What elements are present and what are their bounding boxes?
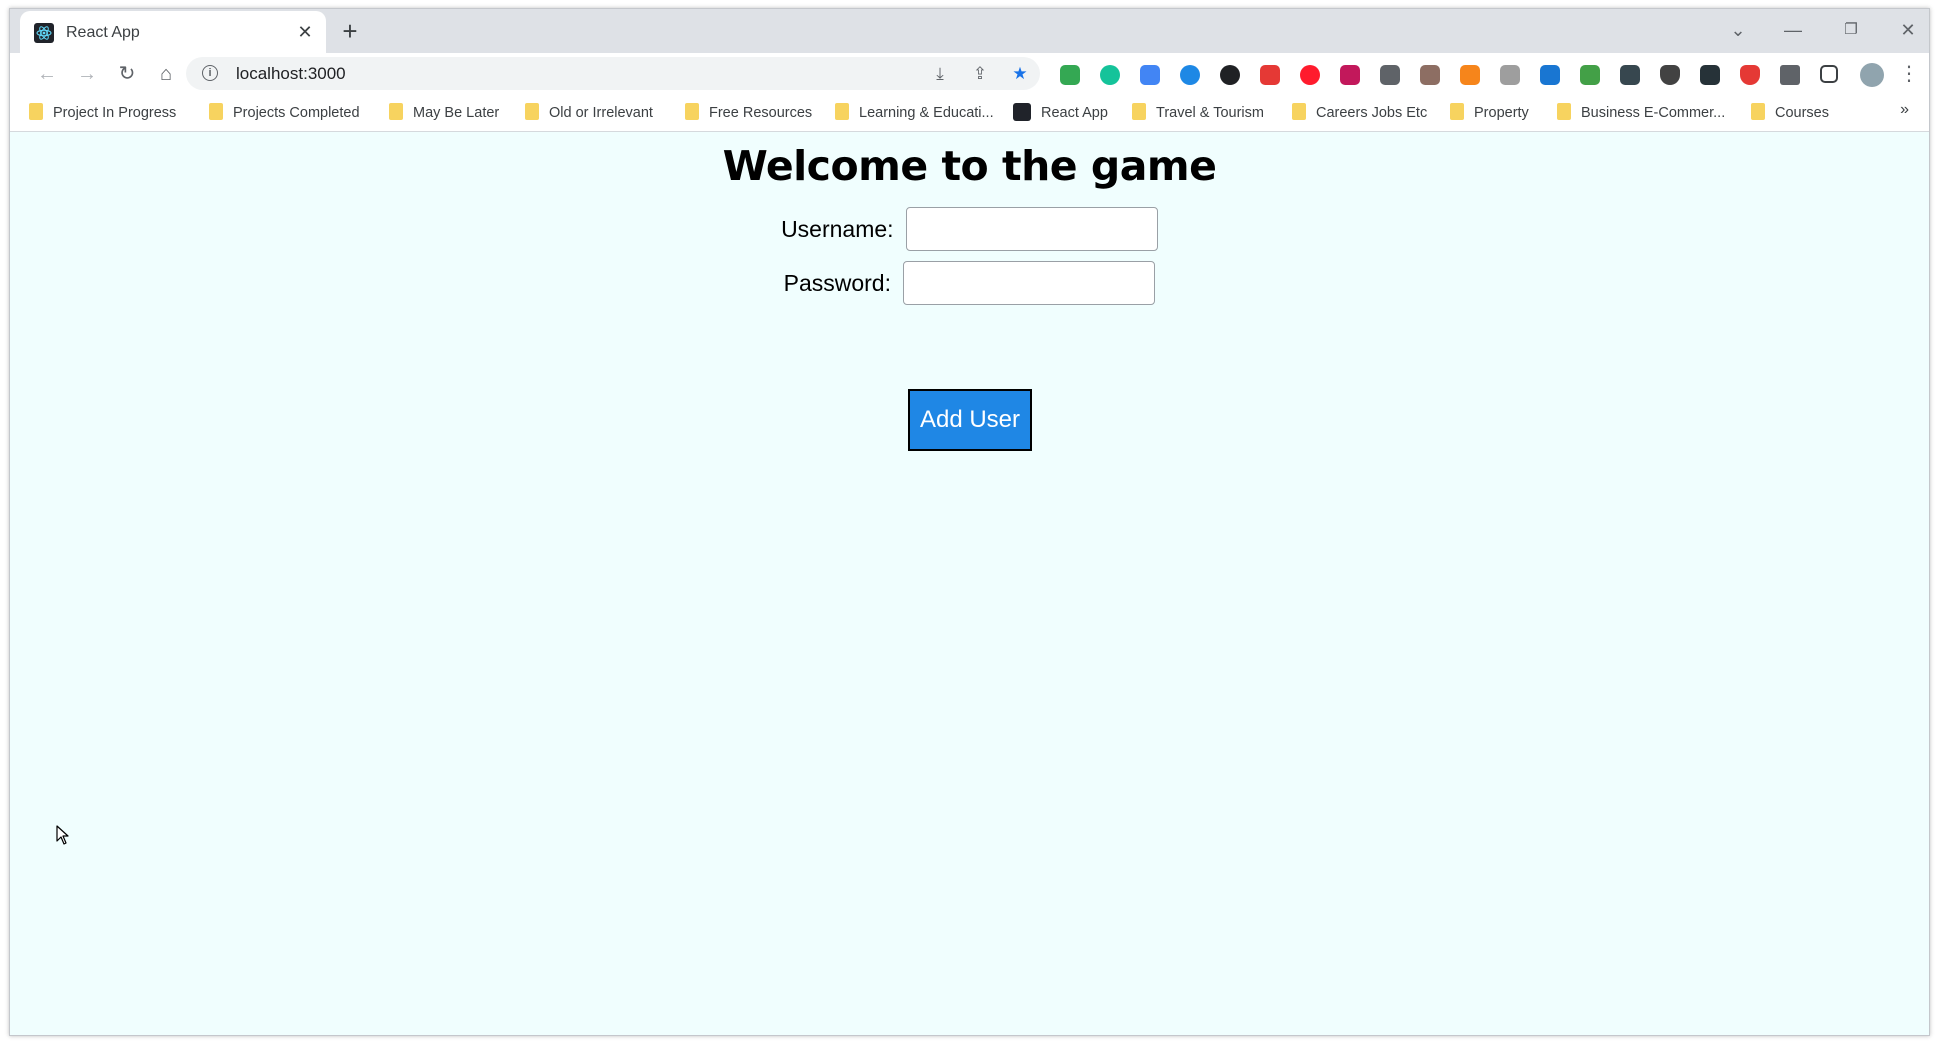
back-icon[interactable]: ← xyxy=(34,61,60,87)
folder-icon xyxy=(1751,103,1765,120)
share-icon[interactable]: ⇪ xyxy=(970,64,990,84)
puzzle-icon[interactable] xyxy=(1780,65,1800,85)
tab-react-app[interactable]: React App ✕ xyxy=(20,11,326,53)
bookmarks-overflow-button[interactable]: » xyxy=(1900,101,1909,119)
extension-icon[interactable] xyxy=(1180,65,1200,85)
shield-icon[interactable] xyxy=(1660,65,1680,85)
bookmark-folder[interactable]: Courses xyxy=(1751,103,1829,123)
opera-icon[interactable] xyxy=(1300,65,1320,85)
bookmark-folder[interactable]: Business E-Commer... xyxy=(1557,103,1725,123)
bookmark-star-icon[interactable]: ★ xyxy=(1010,64,1030,84)
grammarly-icon[interactable] xyxy=(1100,65,1120,85)
folder-icon xyxy=(1292,103,1306,120)
username-input[interactable] xyxy=(905,207,1158,251)
avatar[interactable] xyxy=(1860,63,1884,87)
folder-icon xyxy=(209,103,223,120)
bookmark-folder[interactable]: Careers Jobs Etc xyxy=(1292,103,1427,123)
folder-icon xyxy=(1557,103,1571,120)
folder-icon xyxy=(1450,103,1464,120)
bookmark-folder[interactable]: Property xyxy=(1450,103,1529,123)
extension-icon[interactable] xyxy=(1060,65,1080,85)
new-tab-button[interactable]: + xyxy=(336,18,364,46)
folder-icon xyxy=(835,103,849,120)
page-title: Welcome to the game xyxy=(722,142,1217,190)
close-tab-icon[interactable]: ✕ xyxy=(294,21,316,43)
bookmark-folder[interactable]: Travel & Tourism xyxy=(1132,103,1264,123)
menu-icon[interactable]: ⋮ xyxy=(1896,61,1922,87)
username-row: Username: xyxy=(10,207,1929,251)
bookmark-folder[interactable]: Learning & Educati... xyxy=(835,103,994,123)
folder-icon xyxy=(1132,103,1146,120)
folder-icon xyxy=(29,103,43,120)
shield-icon[interactable] xyxy=(1740,65,1760,85)
add-user-button[interactable]: Add User xyxy=(908,389,1032,451)
page-content: Welcome to the game Username: Password: … xyxy=(10,132,1929,1035)
browser-toolbar: ← → ↻ ⌂ i localhost:3000 ⤓ ⇪ ★ ⋮ xyxy=(10,53,1929,93)
bookmark-folder[interactable]: Project In Progress xyxy=(29,103,176,123)
home-icon[interactable]: ⌂ xyxy=(153,61,179,87)
extension-icon[interactable] xyxy=(1540,65,1560,85)
install-icon[interactable]: ⤓ xyxy=(930,64,950,84)
restore-button[interactable]: ❐ xyxy=(1828,17,1874,43)
extension-icon[interactable] xyxy=(1340,65,1360,85)
extension-icon[interactable] xyxy=(1580,65,1600,85)
minimize-button[interactable]: — xyxy=(1770,17,1816,43)
site-info-icon[interactable]: i xyxy=(202,65,218,81)
reload-icon[interactable]: ↻ xyxy=(114,61,140,87)
react-icon xyxy=(1013,103,1031,121)
folder-icon xyxy=(685,103,699,120)
url-text[interactable]: localhost:3000 xyxy=(236,64,346,84)
extension-icon[interactable] xyxy=(1220,65,1240,85)
bookmark-folder[interactable]: May Be Later xyxy=(389,103,499,123)
password-row: Password: xyxy=(10,261,1929,305)
extension-icon[interactable] xyxy=(1420,65,1440,85)
forward-icon[interactable]: → xyxy=(74,61,100,87)
password-input[interactable] xyxy=(903,261,1156,305)
tab-title: React App xyxy=(66,24,140,41)
megaphone-icon[interactable] xyxy=(1620,65,1640,85)
bookmarks-bar: Project In Progress Projects Completed M… xyxy=(10,93,1929,132)
translate-icon[interactable] xyxy=(1140,65,1160,85)
download-icon[interactable] xyxy=(1700,65,1720,85)
tab-strip: React App ✕ + ⌄ — ❐ ✕ xyxy=(10,9,1929,53)
bookmark-folder[interactable]: Old or Irrelevant xyxy=(525,103,653,123)
bookmark-react-app[interactable]: React App xyxy=(1013,103,1108,123)
react-icon xyxy=(34,23,54,43)
tab-search-icon[interactable]: ⌄ xyxy=(1715,17,1761,43)
metamask-icon[interactable] xyxy=(1460,65,1480,85)
folder-icon xyxy=(525,103,539,120)
bookmark-folder[interactable]: Projects Completed xyxy=(209,103,360,123)
extension-icon[interactable] xyxy=(1380,65,1400,85)
side-panel-icon[interactable] xyxy=(1820,65,1838,83)
folder-icon xyxy=(389,103,403,120)
mouse-cursor-icon xyxy=(56,825,69,845)
username-label: Username: xyxy=(781,215,894,242)
close-window-button[interactable]: ✕ xyxy=(1885,17,1929,43)
extension-icon[interactable] xyxy=(1500,65,1520,85)
browser-window: React App ✕ + ⌄ — ❐ ✕ ← → ↻ ⌂ i localhos… xyxy=(9,8,1930,1036)
bookmark-folder[interactable]: Free Resources xyxy=(685,103,812,123)
password-label: Password: xyxy=(783,269,891,296)
address-bar[interactable]: i localhost:3000 ⤓ ⇪ ★ xyxy=(186,57,1040,90)
video-icon[interactable] xyxy=(1260,65,1280,85)
